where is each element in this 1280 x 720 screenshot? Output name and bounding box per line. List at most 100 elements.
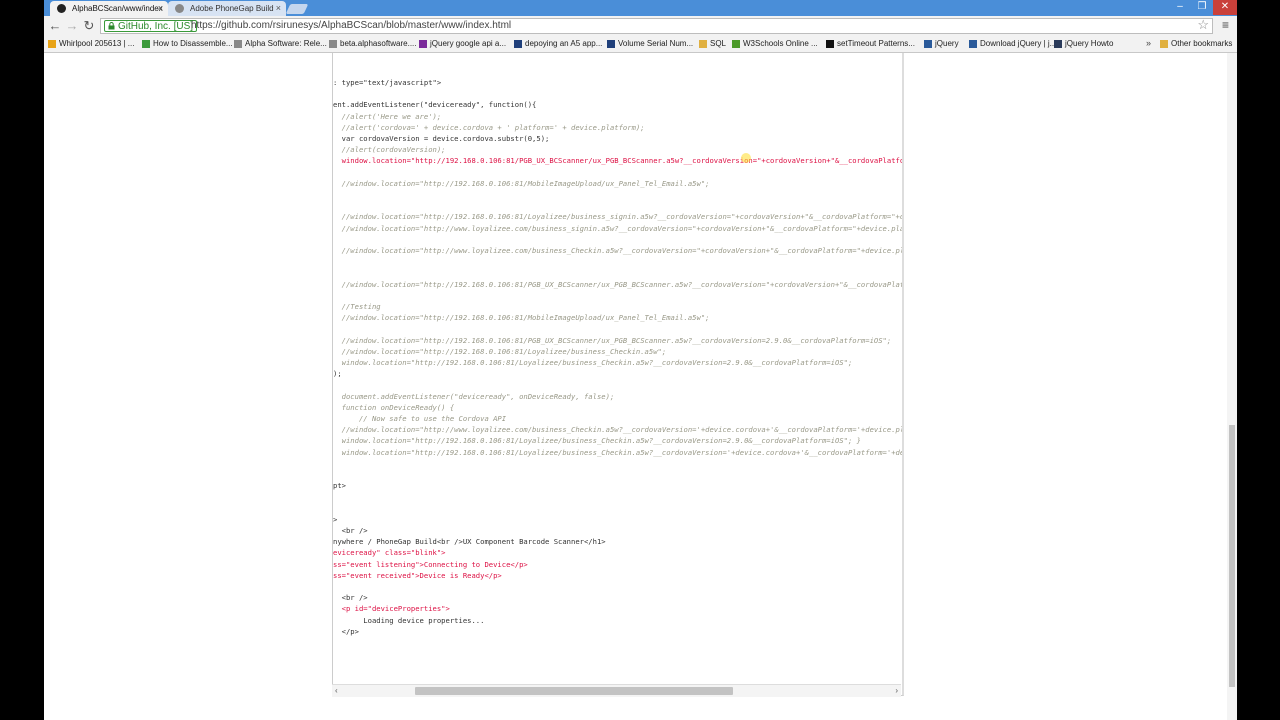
code-line: </p> (333, 626, 359, 636)
code-line: //alert('Here we are'); (333, 111, 442, 121)
bookmarks-bar: Whirlpool 205613 | ... How to Disassemble… (44, 36, 1237, 53)
bookmark-item[interactable]: jQuery google api a... (419, 36, 506, 52)
reload-button[interactable]: ↻ (81, 18, 97, 34)
bookmark-label: Alpha Software: Rele... (245, 39, 327, 48)
code-line: ent.addEventListener("deviceready", func… (333, 100, 537, 110)
x-icon (826, 40, 834, 48)
code-line: nywhere / PhoneGap Build<br />UX Compone… (333, 537, 606, 547)
page-icon (329, 40, 337, 48)
ev-badge-label: GitHub, Inc. [US] (118, 21, 194, 32)
code-line: //window.location="http://192.168.0.106:… (341, 212, 904, 222)
bookmark-item[interactable]: jQuery Howto (1054, 36, 1113, 52)
lock-icon (108, 22, 115, 30)
whirlpool-icon (48, 40, 56, 48)
page-icon (234, 40, 242, 48)
jquery-icon (969, 40, 977, 48)
menu-icon[interactable]: ≡ (1222, 18, 1229, 32)
bookmark-label: beta.alphasoftware.... (340, 39, 417, 48)
folder-icon (699, 40, 707, 48)
bookmark-item[interactable]: depoying an A5 app... (514, 36, 602, 52)
code-line: window.location="http://192.168.0.106:81… (333, 436, 861, 446)
vertical-scrollbar[interactable] (1227, 53, 1237, 720)
bookmark-item[interactable]: SQL (699, 36, 726, 52)
bookmark-item[interactable]: Whirlpool 205613 | ... (48, 36, 134, 52)
bookmark-item[interactable]: Download jQuery | j... (969, 36, 1056, 52)
bookmark-item[interactable]: jQuery (924, 36, 959, 52)
code-line: ss="event received">Device is Ready</p> (333, 570, 502, 580)
code-line: //window.location="http://www.loyalizee.… (333, 246, 904, 255)
tab-strip: AlphaBCScan/www/index × Adobe PhoneGap B… (44, 0, 1237, 16)
horizontal-scrollbar[interactable]: ‹ › (332, 684, 901, 697)
folder-icon (1160, 40, 1168, 48)
code-line: var cordovaVersion = device.cordova.subs… (333, 134, 550, 143)
bookmark-label: W3Schools Online ... (743, 39, 818, 48)
tab-close-button[interactable]: × (276, 1, 281, 16)
code-line: <br /> (333, 593, 368, 603)
code-line: ); (333, 369, 342, 379)
back-button[interactable]: ← (47, 18, 63, 34)
tab-phonegap-build[interactable]: Adobe PhoneGap Build × (168, 1, 286, 16)
bookmark-item[interactable]: How to Disassemble... (142, 36, 233, 52)
code-line: //window.location="http://www.loyalizee.… (333, 223, 904, 233)
code-line: //window.location="http://www.loyalizee.… (333, 425, 904, 435)
vertical-scroll-thumb[interactable] (1229, 425, 1235, 687)
e-icon (142, 40, 150, 48)
tab-title: Adobe PhoneGap Build (190, 4, 274, 13)
code-viewer[interactable]: : type="text/javascript"> ent.addEventLis… (332, 53, 904, 696)
address-bar[interactable]: GitHub, Inc. [US] https://github.com/rsi… (100, 18, 1213, 34)
other-bookmarks-folder[interactable]: Other bookmarks (1160, 36, 1232, 52)
code-line: window.location="http://192.168.0.106:81… (333, 358, 853, 367)
tab-close-button[interactable]: × (158, 1, 163, 16)
c-icon (514, 40, 522, 48)
maximize-button[interactable]: ❐ (1191, 0, 1213, 15)
close-window-button[interactable]: ✕ (1213, 0, 1237, 15)
new-tab-button[interactable] (285, 4, 309, 14)
bookmark-star-icon[interactable]: ☆ (1197, 17, 1209, 33)
c-icon (607, 40, 615, 48)
bookmark-label: Whirlpool 205613 | ... (59, 39, 135, 48)
browser-window: AlphaBCScan/www/index × Adobe PhoneGap B… (44, 0, 1237, 720)
code-line: > (333, 514, 338, 524)
bookmark-label: jQuery google api a... (430, 39, 507, 48)
code-line: window.location="http://192.168.0.106:81… (333, 447, 904, 457)
bookmarks-overflow-button[interactable]: » (1146, 36, 1151, 51)
code-line: //window.location="http://192.168.0.106:… (333, 313, 710, 323)
forward-button[interactable]: → (64, 18, 80, 34)
page-content: : type="text/javascript"> ent.addEventLis… (44, 53, 1227, 720)
code-line: //window.location="http://192.168.0.106:… (333, 335, 892, 345)
minimize-button[interactable]: – (1169, 0, 1191, 15)
bookmark-item[interactable]: W3Schools Online ... (732, 36, 818, 52)
bookmark-item[interactable]: Alpha Software: Rele... (234, 36, 327, 52)
code-line: : type="text/javascript"> (333, 78, 442, 87)
ev-certificate-badge[interactable]: GitHub, Inc. [US] (104, 20, 198, 32)
scroll-right-arrow-icon[interactable]: › (895, 685, 898, 697)
code-line: <p id="deviceProperties"> (333, 604, 450, 614)
code-line: eviceready" class="blink"> (333, 548, 446, 558)
code-line: //alert(cordovaVersion); (333, 145, 446, 155)
bookmark-label: Volume Serial Num... (618, 39, 694, 48)
jqhowto-icon (1054, 40, 1062, 48)
bookmark-item[interactable]: setTimeout Patterns... (826, 36, 915, 52)
jquery-icon (924, 40, 932, 48)
code-line: <br /> (333, 526, 368, 535)
bookmark-label: jQuery Howto (1065, 39, 1114, 48)
code-line: //alert('cordova=' + device.cordova + ' … (333, 122, 645, 132)
code-line: window.location="http://192.168.0.106:81… (341, 156, 904, 166)
bookmark-item[interactable]: Volume Serial Num... (607, 36, 693, 52)
tab-alphabcscan[interactable]: AlphaBCScan/www/index × (50, 1, 168, 16)
scroll-left-arrow-icon[interactable]: ‹ (335, 685, 338, 697)
bookmark-label: setTimeout Patterns... (837, 39, 915, 48)
bookmark-label: jQuery (935, 39, 959, 48)
bookmark-item[interactable]: beta.alphasoftware.... (329, 36, 417, 52)
bookmark-label: depoying an A5 app... (525, 39, 603, 48)
url-text[interactable]: https://github.com/rsirunesys/AlphaBCSca… (191, 19, 511, 33)
bookmark-label: Download jQuery | j... (980, 39, 1057, 48)
globe-icon (175, 4, 184, 13)
code-line: // Now safe to use the Cordova API (333, 414, 507, 423)
github-icon (57, 4, 66, 13)
code-line: pt> (333, 481, 346, 491)
bookmark-label: SQL (710, 39, 727, 48)
horizontal-scroll-thumb[interactable] (415, 687, 733, 695)
code-line: //window.location="http://192.168.0.106:… (333, 178, 710, 188)
code-line: function onDeviceReady() { (333, 402, 455, 412)
